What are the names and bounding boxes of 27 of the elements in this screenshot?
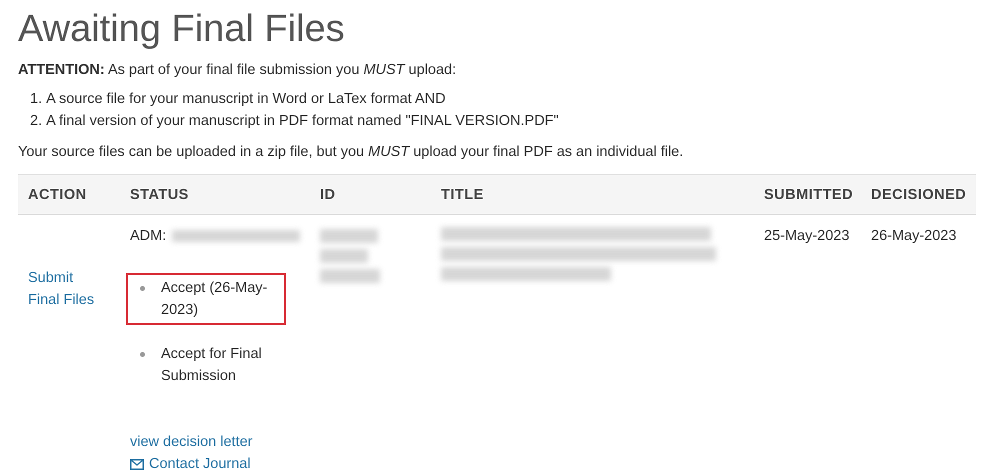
- page-title: Awaiting Final Files: [18, 7, 346, 52]
- requirement-text: A final version of your manuscript in PDF format named "FINAL VERSION.PDF": [46, 112, 559, 131]
- submit-link[interactable]: Submit Final Files: [28, 267, 108, 311]
- note-text: Your source files can be uploaded in a zip file, but you MUST upload your final PDF as an individual file.: [18, 143, 684, 162]
- column-header: SUBMITTED: [754, 174, 861, 214]
- redacted-text: [320, 269, 380, 283]
- column-header: TITLE: [431, 174, 754, 214]
- bullet-icon: [140, 286, 145, 291]
- decision-letter-link[interactable]: view decision letter: [130, 431, 252, 453]
- column-header: ID: [310, 174, 431, 214]
- attention-text: ATTENTION: As part of your final file submission you MUST upload:: [18, 61, 458, 80]
- column-header: STATUS: [120, 174, 310, 214]
- mail-icon: [130, 458, 144, 470]
- list-number: 1.: [30, 90, 42, 109]
- status-text: Accept for Final Submission: [161, 345, 263, 386]
- column-header: DECISIONED: [861, 174, 976, 214]
- bullet-icon: [140, 352, 145, 357]
- table-cell: 26-May-2023: [861, 214, 976, 471]
- redacted-text: [320, 249, 368, 263]
- status-text: Accept (26-May-2023): [161, 279, 268, 320]
- contact-link[interactable]: Contact Journal: [130, 453, 251, 471]
- table-cell: 25-May-2023: [754, 214, 861, 471]
- list-number: 2.: [30, 112, 42, 131]
- redacted-text: [320, 229, 378, 243]
- status-label: ADM:: [130, 227, 166, 246]
- column-header: ACTION: [18, 174, 120, 214]
- requirement-text: A source file for your manuscript in Word or LaTex format AND: [46, 90, 446, 109]
